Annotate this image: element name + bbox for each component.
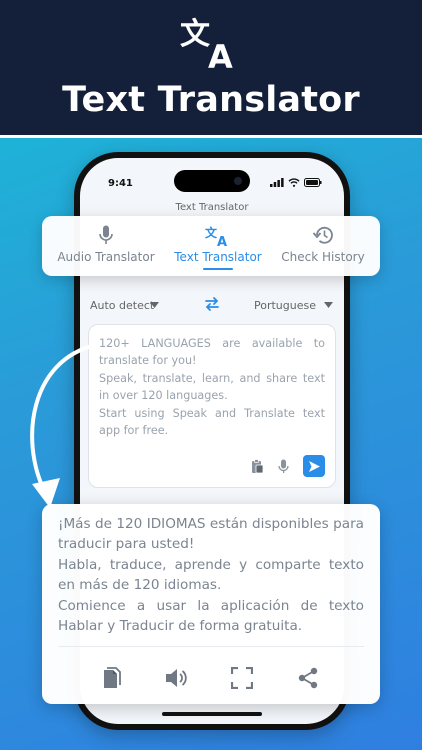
target-language[interactable]: Portuguese bbox=[254, 299, 316, 312]
language-selector: Auto detect Portuguese bbox=[80, 294, 344, 316]
header: 文 A Text Translator bbox=[0, 0, 422, 138]
status-time: 9:41 bbox=[108, 178, 133, 189]
source-language[interactable]: Auto detect bbox=[90, 299, 154, 312]
swap-icon[interactable] bbox=[204, 296, 220, 312]
copy-icon bbox=[104, 667, 121, 688]
tab-audio-translator[interactable]: Audio Translator bbox=[48, 216, 164, 276]
tab-check-history[interactable]: Check History bbox=[272, 216, 374, 276]
output-line: ¡Más de 120 IDIOMAS están disponibles pa… bbox=[58, 516, 364, 553]
tab-bar: Audio Translator 文 A Text Translator Che… bbox=[42, 216, 380, 276]
input-toolbar bbox=[251, 455, 325, 477]
paste-icon[interactable] bbox=[251, 458, 264, 474]
tab-label: Audio Translator bbox=[57, 250, 155, 264]
output-line: Comience a usar la aplicación de texto H… bbox=[58, 597, 364, 635]
fullscreen-button[interactable] bbox=[226, 662, 258, 694]
output-toolbar bbox=[42, 662, 380, 694]
dynamic-island bbox=[174, 170, 250, 192]
output-line: Habla, traduce, aprende y comparte texto… bbox=[58, 556, 364, 594]
active-tab-indicator bbox=[203, 268, 233, 270]
signal-icon bbox=[270, 178, 284, 187]
speaker-icon bbox=[166, 669, 187, 687]
tab-label: Check History bbox=[281, 250, 365, 264]
translate-send-button[interactable] bbox=[303, 455, 325, 477]
send-icon bbox=[308, 460, 320, 472]
divider bbox=[58, 646, 364, 647]
copy-button[interactable] bbox=[96, 662, 128, 694]
input-line: Speak, translate, learn, and share text … bbox=[99, 371, 325, 403]
input-text[interactable]: 120+ LANGUAGES are available to translat… bbox=[99, 335, 325, 439]
tab-text-translator[interactable]: 文 A Text Translator bbox=[166, 216, 270, 276]
page-title: Text Translator bbox=[62, 80, 360, 120]
translate-icon: 文 A bbox=[180, 17, 233, 70]
translated-text: ¡Más de 120 IDIOMAS están disponibles pa… bbox=[58, 514, 364, 636]
fullscreen-icon bbox=[231, 667, 253, 689]
microphone-icon[interactable] bbox=[278, 459, 289, 474]
chevron-down-icon[interactable] bbox=[324, 302, 333, 308]
input-text-area[interactable]: 120+ LANGUAGES are available to translat… bbox=[88, 324, 336, 488]
app-title: Text Translator bbox=[175, 202, 249, 213]
svg-text:文: 文 bbox=[180, 17, 210, 52]
input-line: Start using Speak and Translate text app… bbox=[99, 406, 325, 438]
home-indicator bbox=[162, 712, 262, 716]
tab-label: Text Translator bbox=[174, 250, 262, 264]
svg-text:A: A bbox=[217, 235, 227, 247]
svg-text:A: A bbox=[208, 38, 233, 70]
wifi-icon bbox=[288, 178, 300, 187]
translate-icon: 文 A bbox=[205, 225, 227, 247]
share-button[interactable] bbox=[292, 662, 324, 694]
microphone-icon bbox=[99, 225, 113, 244]
status-icons bbox=[270, 178, 322, 187]
battery-icon bbox=[304, 178, 322, 187]
chevron-down-icon[interactable] bbox=[150, 302, 159, 308]
share-icon bbox=[298, 667, 318, 689]
history-icon bbox=[312, 226, 333, 244]
input-line: 120+ LANGUAGES are available to translat… bbox=[99, 337, 325, 368]
translation-output-card: ¡Más de 120 IDIOMAS están disponibles pa… bbox=[42, 504, 380, 704]
speak-button[interactable] bbox=[160, 662, 192, 694]
